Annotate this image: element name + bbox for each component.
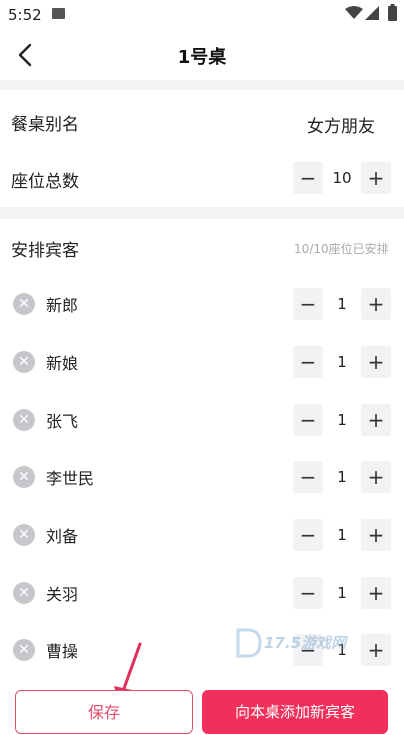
guest-row: ✕ 张飞 − 1 + <box>0 400 404 440</box>
guest-count: 1 <box>337 584 347 602</box>
status-time: 5:52 <box>8 6 42 24</box>
arrange-guests-label: 安排宾客 <box>11 241 79 261</box>
watermark-logo-icon <box>236 628 262 658</box>
seats-arranged-status: 10/10座位已安排 <box>294 242 389 256</box>
table-alias-value[interactable]: 女方朋友 <box>307 112 375 137</box>
guest-plus-button[interactable]: + <box>361 288 391 320</box>
guest-row: ✕ 李世民 − 1 + <box>0 457 404 497</box>
watermark: 17.5游戏网 <box>234 628 364 662</box>
guest-count: 1 <box>337 295 347 313</box>
guest-row: ✕ 刘备 − 1 + <box>0 515 404 555</box>
guest-count: 1 <box>337 411 347 429</box>
remove-guest-icon[interactable]: ✕ <box>13 524 35 546</box>
guest-name: 刘备 <box>46 527 79 546</box>
guest-name: 新娘 <box>46 354 79 373</box>
guest-plus-button[interactable]: + <box>361 577 391 609</box>
guest-count: 1 <box>337 353 347 371</box>
guest-minus-button[interactable]: − <box>293 404 323 436</box>
remove-guest-icon[interactable]: ✕ <box>13 639 35 661</box>
header: 1号桌 <box>0 32 404 78</box>
status-bar: 5:52 <box>0 0 404 32</box>
guest-minus-button[interactable]: − <box>293 577 323 609</box>
guest-minus-button[interactable]: − <box>293 519 323 551</box>
seat-total-stepper: − 10 + <box>293 162 391 194</box>
guest-minus-button[interactable]: − <box>293 461 323 493</box>
guest-plus-button[interactable]: + <box>361 634 391 666</box>
section-divider <box>0 80 404 90</box>
image-notification-icon <box>52 8 65 19</box>
guest-count-stepper: − 1 + <box>293 288 391 320</box>
guest-count: 1 <box>337 468 347 486</box>
guest-name: 曹操 <box>46 642 79 661</box>
seat-total-label: 座位总数 <box>11 172 79 192</box>
guest-count-stepper: − 1 + <box>293 404 391 436</box>
watermark-text: 17.5游戏网 <box>264 634 347 652</box>
guest-plus-button[interactable]: + <box>361 519 391 551</box>
add-guest-button[interactable]: 向本桌添加新宾客 <box>202 690 388 734</box>
wifi-icon <box>345 6 363 19</box>
guest-count-stepper: − 1 + <box>293 461 391 493</box>
remove-guest-icon[interactable]: ✕ <box>13 466 35 488</box>
seat-minus-button[interactable]: − <box>293 162 323 194</box>
guest-plus-button[interactable]: + <box>361 404 391 436</box>
bottom-action-bar: 保存 向本桌添加新宾客 <box>0 680 404 734</box>
remove-guest-icon[interactable]: ✕ <box>13 582 35 604</box>
seat-total-value: 10 <box>332 169 352 187</box>
guest-name: 张飞 <box>46 412 79 431</box>
save-button[interactable]: 保存 <box>15 690 193 734</box>
page-title: 1号桌 <box>177 47 227 68</box>
guest-row: ✕ 关羽 − 1 + <box>0 573 404 613</box>
guest-minus-button[interactable]: − <box>293 288 323 320</box>
guest-plus-button[interactable]: + <box>361 346 391 378</box>
guest-name: 李世民 <box>46 469 95 488</box>
guest-row: ✕ 新郎 − 1 + <box>0 284 404 324</box>
remove-guest-icon[interactable]: ✕ <box>13 293 35 315</box>
guest-row: ✕ 新娘 − 1 + <box>0 342 404 382</box>
guest-count-stepper: − 1 + <box>293 519 391 551</box>
guest-count-stepper: − 1 + <box>293 346 391 378</box>
table-alias-label: 餐桌别名 <box>11 115 79 135</box>
remove-guest-icon[interactable]: ✕ <box>13 409 35 431</box>
guest-name: 关羽 <box>46 585 79 604</box>
seat-plus-button[interactable]: + <box>361 162 391 194</box>
remove-guest-icon[interactable]: ✕ <box>13 351 35 373</box>
battery-icon <box>388 4 397 21</box>
cellular-signal-icon <box>365 6 379 20</box>
guest-count-stepper: − 1 + <box>293 577 391 609</box>
guest-name: 新郎 <box>46 296 79 315</box>
section-divider <box>0 207 404 219</box>
guest-count: 1 <box>337 526 347 544</box>
guest-minus-button[interactable]: − <box>293 346 323 378</box>
guest-plus-button[interactable]: + <box>361 461 391 493</box>
